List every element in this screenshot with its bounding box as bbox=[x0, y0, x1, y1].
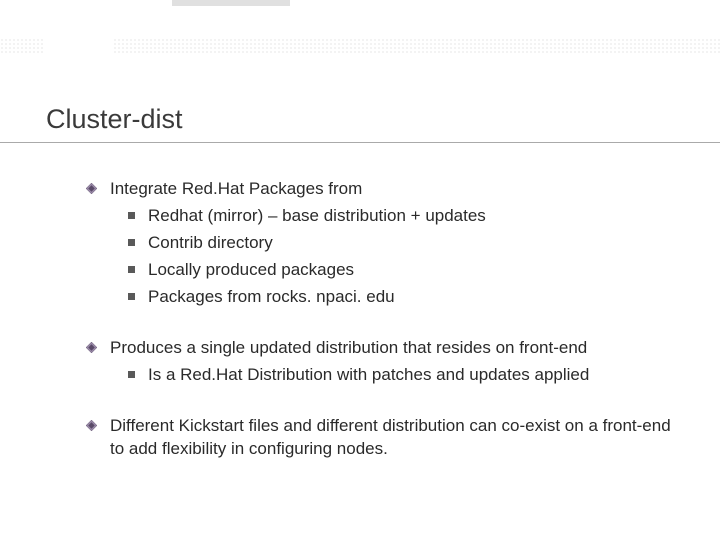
title-underline bbox=[0, 142, 720, 143]
bullet-level2: Locally produced packages bbox=[86, 259, 674, 282]
bullet-text: Integrate Red.Hat Packages from bbox=[110, 179, 362, 198]
slide-title: Cluster-dist bbox=[46, 104, 183, 135]
bullet-text: Contrib directory bbox=[148, 233, 273, 252]
bullet-text: Is a Red.Hat Distribution with patches a… bbox=[148, 365, 589, 384]
bullet-level2: Is a Red.Hat Distribution with patches a… bbox=[86, 364, 674, 387]
bullet-text: Packages from rocks. npaci. edu bbox=[148, 287, 395, 306]
diamond-bullet-icon bbox=[86, 342, 97, 353]
diamond-bullet-icon bbox=[86, 420, 97, 431]
square-bullet-icon bbox=[128, 293, 135, 300]
diamond-bullet-icon bbox=[86, 183, 97, 194]
bullet-group: Different Kickstart files and different … bbox=[86, 415, 674, 461]
bullet-level2: Packages from rocks. npaci. edu bbox=[86, 286, 674, 309]
bullet-level1: Produces a single updated distribution t… bbox=[86, 337, 674, 360]
bullet-text: Different Kickstart files and different … bbox=[110, 416, 671, 458]
bullet-text: Produces a single updated distribution t… bbox=[110, 338, 587, 357]
decorative-dots-right bbox=[113, 38, 720, 54]
slide: Cluster-dist Integrate Red.Hat Packages … bbox=[0, 0, 720, 540]
bullet-group: Integrate Red.Hat Packages from Redhat (… bbox=[86, 178, 674, 309]
decorative-dots-left bbox=[0, 38, 45, 54]
square-bullet-icon bbox=[128, 266, 135, 273]
bullet-text: Redhat (mirror) – base distribution + up… bbox=[148, 206, 486, 225]
slide-body: Integrate Red.Hat Packages from Redhat (… bbox=[86, 178, 674, 488]
square-bullet-icon bbox=[128, 239, 135, 246]
bullet-level1: Different Kickstart files and different … bbox=[86, 415, 674, 461]
square-bullet-icon bbox=[128, 371, 135, 378]
decorative-top-bar bbox=[172, 0, 290, 6]
bullet-group: Produces a single updated distribution t… bbox=[86, 337, 674, 387]
bullet-level1: Integrate Red.Hat Packages from bbox=[86, 178, 674, 201]
bullet-text: Locally produced packages bbox=[148, 260, 354, 279]
bullet-level2: Redhat (mirror) – base distribution + up… bbox=[86, 205, 674, 228]
square-bullet-icon bbox=[128, 212, 135, 219]
bullet-level2: Contrib directory bbox=[86, 232, 674, 255]
